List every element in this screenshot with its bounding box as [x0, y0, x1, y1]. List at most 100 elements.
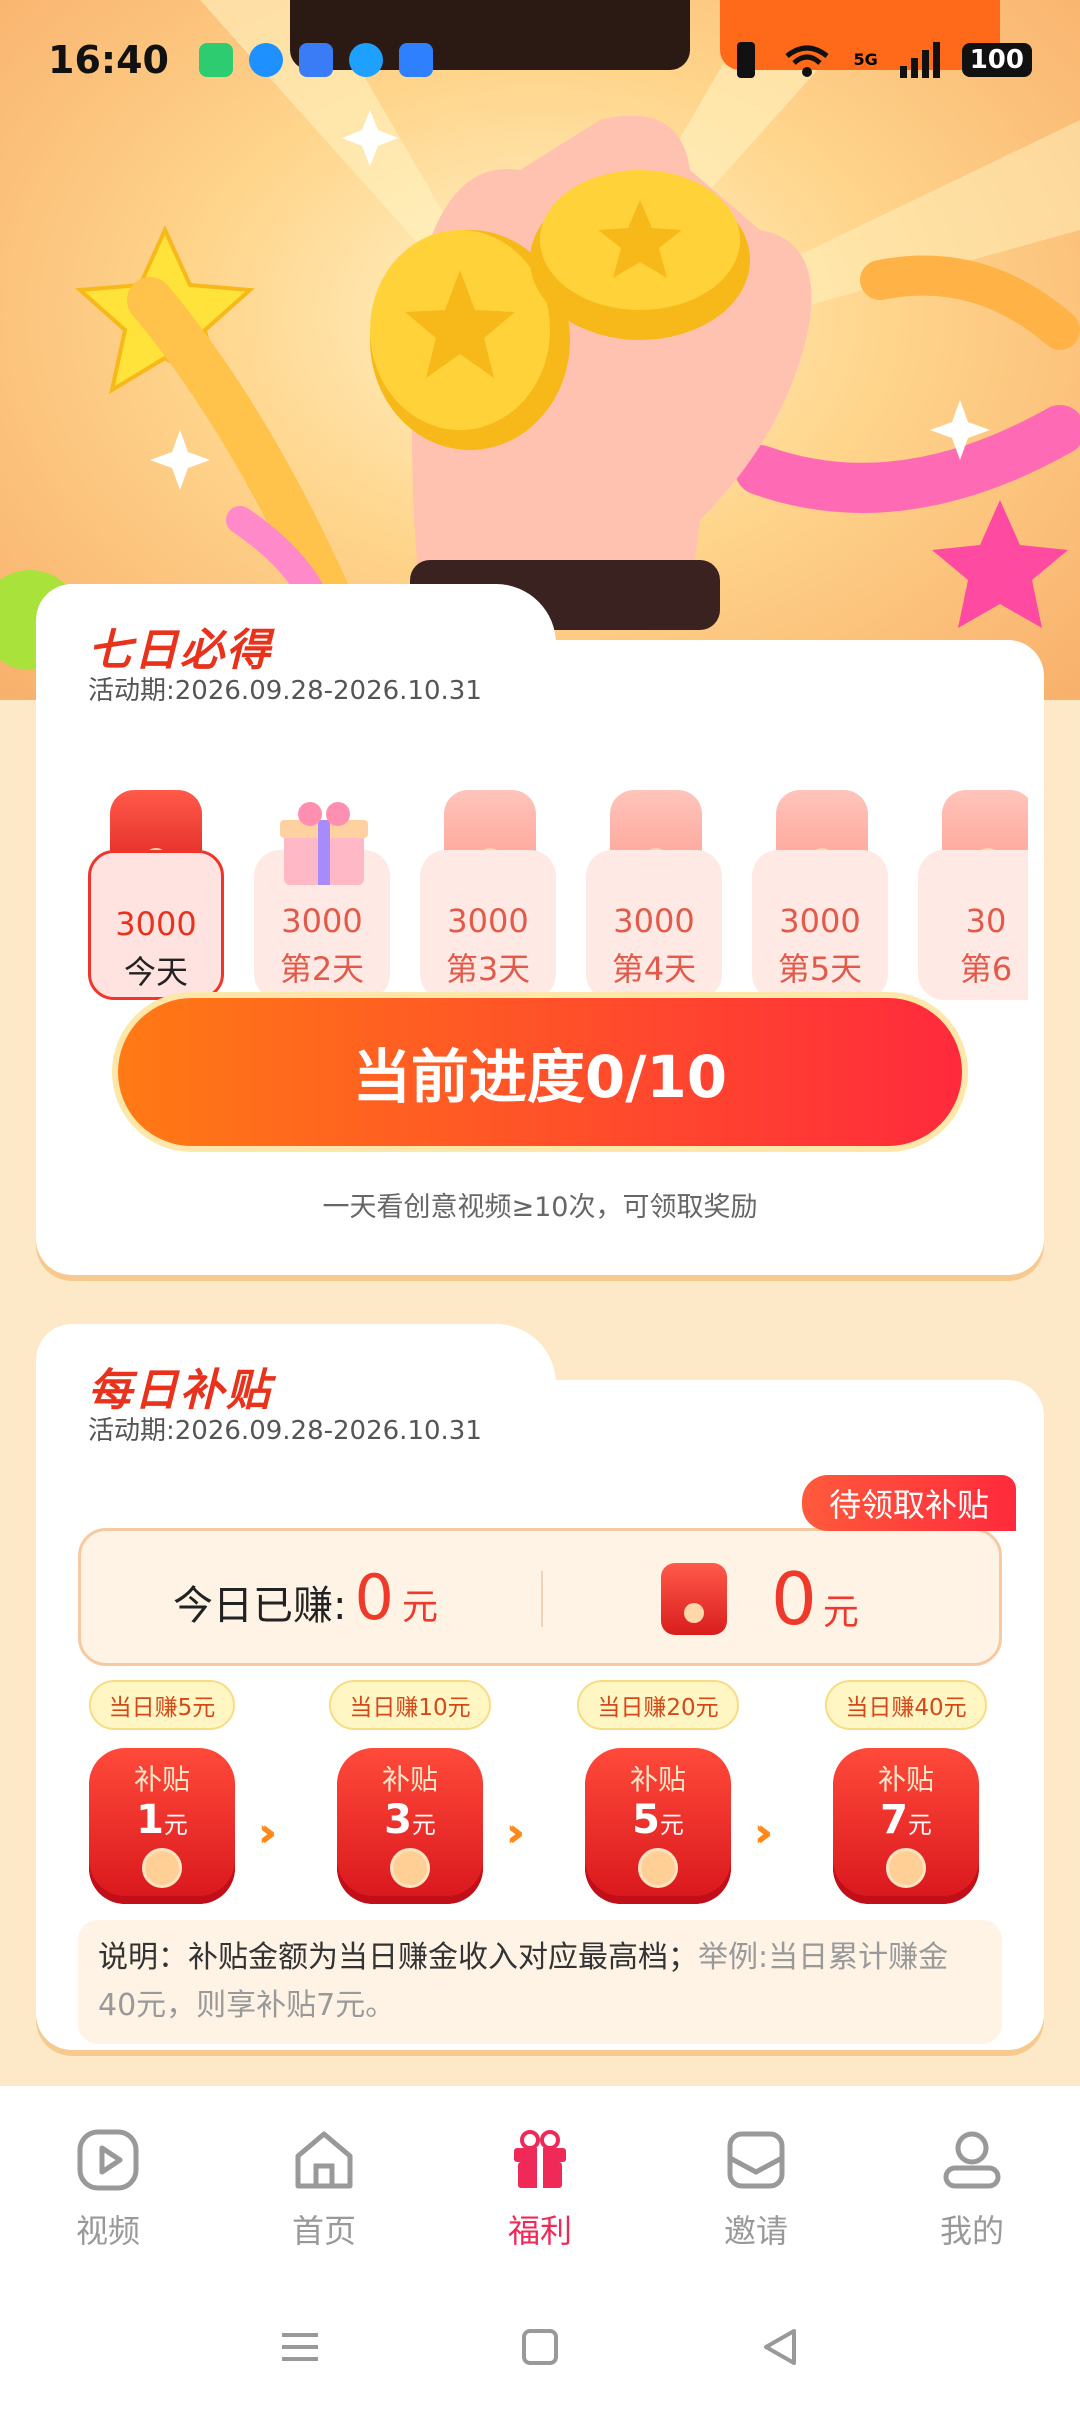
nav-item-welfare[interactable]: 福利 — [432, 2086, 648, 2282]
pending-subsidy: 0 元 — [771, 1557, 859, 1641]
earned-value: 0 — [354, 1561, 394, 1634]
nav-item-home[interactable]: 首页 — [216, 2086, 432, 2282]
earned-unit: 元 — [401, 1587, 438, 1628]
red-envelope-icon: 补贴 5元 — [585, 1748, 731, 1904]
signal-icon — [899, 42, 940, 78]
day-label: 今天 — [123, 953, 188, 991]
day-card[interactable]: 3000 第3天 — [420, 850, 556, 1000]
tier-title: 补贴 — [877, 1763, 934, 1796]
earnings-box: 今日已赚: 0 元 0 元 — [78, 1528, 1002, 1666]
status-right: 5G 100 — [731, 40, 1032, 80]
home-button-icon[interactable] — [520, 2327, 560, 2367]
tier-value-row: 1元 — [89, 1798, 235, 1847]
tier-value-row: 5元 — [585, 1798, 731, 1847]
earned-label: 今日已赚: — [173, 1583, 347, 1629]
coin-icon — [390, 1848, 430, 1888]
tier-title: 补贴 — [629, 1763, 686, 1796]
seven-day-tip: 一天看创意视频≥10次，可领取奖励 — [322, 1192, 758, 1223]
nav-label: 邀请 — [723, 2212, 788, 2250]
pending-subsidy-tag[interactable]: 待领取补贴 — [802, 1475, 1016, 1531]
gift-icon — [514, 2130, 566, 2188]
status-bar: 16:40 5G 100 — [0, 0, 1080, 120]
pending-value: 0 — [771, 1557, 817, 1641]
qq-icon — [248, 43, 283, 77]
tier-item-3[interactable]: 当日赚20元 补贴 5元 — [574, 1680, 742, 1904]
day-card[interactable]: 30 第6 — [918, 850, 1028, 1000]
tier-value: 7 — [880, 1797, 908, 1843]
tier-value-row: 3元 — [337, 1798, 483, 1847]
chevron-right-icon: ›› — [754, 1810, 773, 1856]
tier-unit: 元 — [659, 1811, 684, 1839]
tier-item-1[interactable]: 当日赚5元 补贴 1元 — [78, 1680, 246, 1904]
person-icon — [943, 2131, 1001, 2189]
tier-title: 补贴 — [133, 1763, 190, 1796]
nav-label: 首页 — [291, 2212, 356, 2250]
seven-day-title: 七日必得 — [88, 625, 272, 676]
battery-app-icon — [198, 43, 233, 77]
tier-item-2[interactable]: 当日赚10元 补贴 3元 — [326, 1680, 494, 1904]
red-envelope-icon — [661, 1563, 727, 1635]
day-amount: 3000 — [447, 902, 529, 940]
earned-today: 今日已赚: 0 元 — [173, 1561, 438, 1634]
coin-icon — [142, 1848, 182, 1888]
nav-label: 视频 — [75, 2212, 140, 2250]
tier-value: 1 — [136, 1797, 164, 1843]
day-label: 第6 — [959, 950, 1013, 988]
day-amount: 3000 — [281, 902, 363, 940]
daily-subsidy-card: 每日补贴 活动期:2026.09.28-2026.10.31 今日已赚: 0 元… — [36, 1324, 1044, 2050]
tier-unit: 元 — [411, 1811, 436, 1839]
seven-day-list[interactable]: 3000 今天 3000 第2天 3000 第3天 3000 第4天 3000 … — [88, 790, 1028, 1000]
tier-unit: 元 — [907, 1811, 932, 1839]
tier-title: 补贴 — [381, 1763, 438, 1796]
day-amount: 30 — [965, 902, 1007, 940]
seven-day-card: 七日必得 活动期:2026.09.28-2026.10.31 3000 今天 3… — [36, 584, 1044, 1275]
chevron-right-icon: ›› — [506, 1810, 525, 1856]
day-amount: 3000 — [779, 902, 861, 940]
nav-label: 福利 — [507, 2212, 572, 2250]
red-envelope-icon: 补贴 1元 — [89, 1748, 235, 1904]
back-icon[interactable] — [760, 2327, 800, 2367]
wifi-icon — [785, 45, 830, 77]
gift-box-icon — [280, 802, 368, 885]
tier-value: 3 — [384, 1797, 412, 1843]
edge-icon — [348, 43, 383, 77]
tier-value-row: 7元 — [833, 1798, 979, 1847]
day-label: 第2天 — [279, 950, 365, 988]
daily-subsidy-period: 活动期:2026.09.28-2026.10.31 — [88, 1416, 482, 1446]
cloud-icon — [298, 43, 333, 77]
menu-icon[interactable] — [280, 2327, 320, 2367]
status-time: 16:40 — [48, 38, 169, 82]
day-card[interactable]: 3000 第5天 — [752, 850, 888, 1000]
tier-label: 当日赚40元 — [825, 1680, 987, 1730]
nav-item-profile[interactable]: 我的 — [864, 2086, 1080, 2282]
day-card[interactable]: 3000 第4天 — [586, 850, 722, 1000]
network-label: 5G — [853, 50, 878, 69]
tier-item-4[interactable]: 当日赚40元 补贴 7元 — [822, 1680, 990, 1904]
coin-icon — [638, 1848, 678, 1888]
notification-icons — [198, 43, 433, 77]
battery-level: 100 — [961, 43, 1032, 77]
pending-unit: 元 — [822, 1592, 859, 1633]
window-icon — [398, 43, 433, 77]
nav-item-invite[interactable]: 邀请 — [648, 2086, 864, 2282]
coin-icon — [886, 1848, 926, 1888]
day-card[interactable]: 3000 今天 — [88, 850, 224, 1000]
day-amount: 3000 — [115, 905, 197, 943]
note-main: 说明：补贴金额为当日赚金收入对应最高档； — [98, 1940, 698, 1975]
day-label: 第5天 — [777, 950, 863, 988]
tier-value: 5 — [632, 1797, 660, 1843]
seven-day-period: 活动期:2026.09.28-2026.10.31 — [88, 676, 482, 706]
day-label: 第4天 — [611, 950, 697, 988]
tier-label: 当日赚5元 — [88, 1680, 236, 1730]
red-envelope-icon: 补贴 3元 — [337, 1748, 483, 1904]
play-icon — [77, 2129, 139, 2191]
red-envelope-icon: 补贴 7元 — [833, 1748, 979, 1904]
tier-unit: 元 — [163, 1811, 188, 1839]
progress-button[interactable]: 当前进度0/10 — [112, 992, 968, 1152]
nav-item-video[interactable]: 视频 — [0, 2086, 216, 2282]
envelope-icon — [727, 2131, 785, 2189]
day-amount: 3000 — [613, 902, 695, 940]
nav-label: 我的 — [939, 2212, 1004, 2250]
home-icon — [295, 2131, 353, 2189]
divider — [541, 1571, 543, 1627]
